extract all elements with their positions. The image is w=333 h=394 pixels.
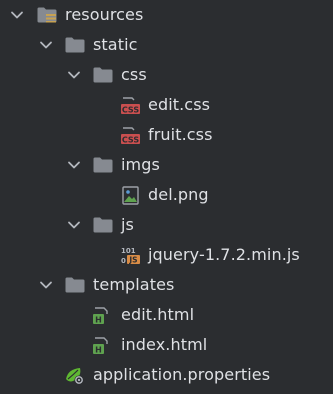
- svg-text:H: H: [95, 345, 102, 354]
- tree-node-css[interactable]: css: [0, 60, 333, 90]
- svg-text:101: 101: [121, 247, 136, 255]
- tree-node-label: css: [121, 65, 147, 84]
- tree-node-imgs[interactable]: imgs: [0, 150, 333, 180]
- chevron-down-icon[interactable]: [37, 276, 55, 294]
- chevron-down-icon[interactable]: [37, 36, 55, 54]
- svg-text:CSS: CSS: [122, 135, 139, 144]
- tree-node-label: js: [121, 215, 134, 234]
- tree-node-application-properties[interactable]: application.properties: [0, 360, 333, 390]
- tree-node-edit-html[interactable]: H edit.html: [0, 300, 333, 330]
- tree-node-static[interactable]: static: [0, 30, 333, 60]
- image-file-icon: [122, 186, 139, 205]
- project-tree: resources static css CSS edit.css CSS fr…: [0, 0, 333, 394]
- tree-node-label: fruit.css: [148, 125, 213, 144]
- tree-node-edit-css[interactable]: CSS edit.css: [0, 90, 333, 120]
- folder-icon: [65, 277, 85, 293]
- tree-node-del-png[interactable]: del.png: [0, 180, 333, 210]
- tree-node-jquery-js[interactable]: 101 0 JS jquery-1.7.2.min.js: [0, 240, 333, 270]
- folder-icon: [93, 217, 113, 233]
- tree-node-label: index.html: [121, 335, 208, 354]
- css-file-icon: CSS: [121, 97, 140, 114]
- tree-node-resources[interactable]: resources: [0, 0, 333, 30]
- tree-node-js[interactable]: js: [0, 210, 333, 240]
- css-file-icon: CSS: [121, 127, 140, 144]
- tree-node-label: edit.css: [148, 95, 211, 114]
- js-file-icon: 101 0 JS: [121, 247, 140, 265]
- tree-node-label: application.properties: [93, 365, 271, 384]
- spring-properties-icon: [66, 368, 84, 385]
- tree-node-templates[interactable]: templates: [0, 270, 333, 300]
- folder-resources-icon: [37, 7, 57, 23]
- folder-icon: [93, 157, 113, 173]
- chevron-down-icon[interactable]: [8, 6, 26, 24]
- folder-icon: [65, 37, 85, 53]
- chevron-down-icon[interactable]: [65, 216, 83, 234]
- tree-node-label: edit.html: [121, 305, 195, 324]
- html-file-icon: H: [93, 337, 108, 354]
- tree-node-label: static: [93, 35, 138, 54]
- svg-text:H: H: [95, 315, 102, 324]
- tree-node-label: del.png: [148, 185, 209, 204]
- chevron-down-icon[interactable]: [65, 156, 83, 174]
- svg-text:JS: JS: [128, 256, 137, 265]
- tree-node-label: resources: [65, 5, 144, 24]
- html-file-icon: H: [93, 307, 108, 324]
- tree-node-label: imgs: [121, 155, 160, 174]
- svg-text:0: 0: [121, 257, 126, 265]
- folder-icon: [93, 67, 113, 83]
- tree-node-label: templates: [93, 275, 175, 294]
- chevron-down-icon[interactable]: [65, 66, 83, 84]
- tree-node-index-html[interactable]: H index.html: [0, 330, 333, 360]
- svg-text:CSS: CSS: [122, 105, 139, 114]
- tree-node-label: jquery-1.7.2.min.js: [148, 245, 300, 264]
- tree-node-fruit-css[interactable]: CSS fruit.css: [0, 120, 333, 150]
